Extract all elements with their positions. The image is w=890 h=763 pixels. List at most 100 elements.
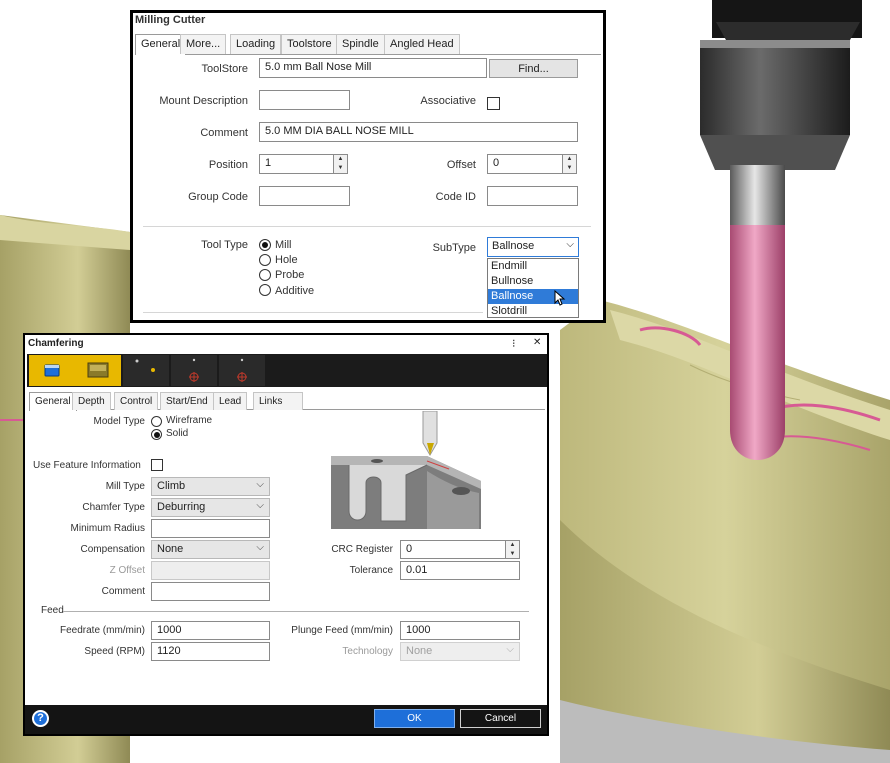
subtype-dropdown-list: Endmill Bullnose Ballnose Slotdrill bbox=[487, 258, 579, 318]
offset-stepper[interactable]: ▲ ▼ bbox=[563, 154, 577, 174]
chevron-down-icon: ⌵ bbox=[256, 500, 264, 511]
section-divider-lower bbox=[143, 312, 483, 313]
section-divider bbox=[143, 226, 591, 227]
find-button[interactable]: Find... bbox=[489, 59, 578, 78]
plunge-feed-field[interactable]: 1000 bbox=[400, 621, 520, 640]
mill-type-label: Mill Type bbox=[105, 481, 145, 492]
technology-value: None bbox=[406, 645, 433, 657]
tolerance-field[interactable]: 0.01 bbox=[400, 561, 520, 580]
compensation-select[interactable]: None ⌵ bbox=[151, 540, 270, 559]
tool-type-additive-label: Additive bbox=[275, 285, 315, 297]
tab-strip: General More... Loading Toolstore Spindl… bbox=[135, 34, 601, 55]
chamfer-type-label: Chamfer Type bbox=[82, 502, 145, 513]
cancel-button[interactable]: Cancel bbox=[460, 709, 541, 728]
offset-label: Offset bbox=[446, 159, 476, 171]
toolbar-points-page[interactable] bbox=[123, 355, 169, 386]
subtype-select[interactable]: Ballnose ⌵ bbox=[487, 237, 579, 257]
toolbar-general-page[interactable] bbox=[29, 355, 75, 386]
mount-description-label: Mount Description bbox=[159, 95, 248, 107]
tab-general[interactable]: General bbox=[135, 34, 187, 55]
technology-select: None ⌵ bbox=[400, 642, 520, 661]
toolstore-field[interactable]: 5.0 mm Ball Nose Mill bbox=[259, 58, 487, 78]
tool-type-probe-label: Probe bbox=[275, 269, 305, 281]
tab-control[interactable]: Control bbox=[114, 392, 159, 410]
tab-spindle[interactable]: Spindle bbox=[336, 34, 385, 54]
mill-type-select[interactable]: Climb ⌵ bbox=[151, 477, 270, 496]
tab-general[interactable]: General bbox=[29, 392, 77, 411]
tolerance-label: Tolerance bbox=[349, 565, 393, 576]
tab-strip: General Depth Control Start/End Lead Lin… bbox=[29, 392, 545, 411]
chamfer-preview-image bbox=[331, 411, 481, 529]
comment-field[interactable]: 5.0 MM DIA BALL NOSE MILL bbox=[259, 122, 578, 142]
minimum-radius-label: Minimum Radius bbox=[70, 523, 145, 534]
tab-toolstore[interactable]: Toolstore bbox=[281, 34, 338, 54]
minimum-radius-field[interactable] bbox=[151, 519, 270, 538]
mouse-cursor-icon bbox=[554, 290, 566, 306]
tab-angled-head[interactable]: Angled Head bbox=[384, 34, 460, 54]
toolbar-start-point-page[interactable] bbox=[171, 355, 217, 386]
subtype-option-slotdrill[interactable]: Slotdrill bbox=[488, 304, 578, 319]
mount-description-field[interactable] bbox=[259, 90, 350, 110]
speed-field[interactable]: 1120 bbox=[151, 642, 270, 661]
offset-field[interactable]: 0 bbox=[487, 154, 563, 174]
strategy-toolbar bbox=[27, 354, 547, 387]
model-type-solid-radio[interactable] bbox=[151, 429, 162, 440]
chevron-down-icon: ⌵ bbox=[256, 542, 264, 553]
use-feature-label: Use Feature Information bbox=[33, 460, 141, 471]
crosshair-icon bbox=[237, 358, 247, 382]
tab-lead[interactable]: Lead bbox=[213, 392, 248, 410]
help-button[interactable]: ? bbox=[32, 710, 49, 727]
subtype-option-bullnose[interactable]: Bullnose bbox=[488, 274, 578, 289]
group-code-field[interactable] bbox=[259, 186, 350, 206]
tool-type-additive-radio[interactable] bbox=[259, 284, 271, 296]
dialog-title: Chamfering bbox=[28, 338, 84, 349]
chamfering-dialog: Chamfering ⁝ ✕ General Depth Control Sta… bbox=[23, 333, 549, 736]
chamfer-type-select[interactable]: Deburring ⌵ bbox=[151, 498, 270, 517]
tool-type-mill-radio[interactable] bbox=[259, 239, 271, 251]
use-feature-checkbox[interactable] bbox=[151, 459, 163, 471]
tab-loading[interactable]: Loading bbox=[230, 34, 282, 54]
comment-field[interactable] bbox=[151, 582, 270, 601]
feedrate-field[interactable]: 1000 bbox=[151, 621, 270, 640]
crc-register-stepper[interactable]: ▲ ▼ bbox=[506, 540, 520, 559]
close-icon[interactable]: ✕ bbox=[533, 337, 541, 348]
subtype-selected-value: Ballnose bbox=[492, 240, 535, 252]
code-id-field[interactable] bbox=[487, 186, 578, 206]
subtype-option-endmill[interactable]: Endmill bbox=[488, 259, 578, 274]
position-stepper[interactable]: ▲ ▼ bbox=[334, 154, 348, 174]
tab-links[interactable]: Links bbox=[253, 392, 303, 410]
chevron-down-icon: ⌵ bbox=[256, 479, 264, 490]
page-icon bbox=[44, 364, 60, 377]
tool-type-hole-label: Hole bbox=[275, 254, 298, 266]
pin-icon[interactable]: ⁝ bbox=[512, 337, 516, 350]
help-icon: ? bbox=[37, 712, 44, 724]
z-offset-field bbox=[151, 561, 270, 580]
tool-type-hole-radio[interactable] bbox=[259, 254, 271, 266]
tool-type-probe-radio[interactable] bbox=[259, 269, 271, 281]
code-id-label: Code ID bbox=[435, 191, 476, 203]
tool-type-mill-label: Mill bbox=[275, 239, 292, 251]
crosshair-icon bbox=[189, 358, 199, 382]
comment-label: Comment bbox=[101, 586, 145, 597]
associative-label: Associative bbox=[420, 95, 476, 107]
crc-register-field[interactable]: 0 bbox=[400, 540, 506, 559]
position-label: Position bbox=[208, 159, 248, 171]
toolbar-tool-page[interactable] bbox=[75, 355, 121, 386]
tab-start-end[interactable]: Start/End bbox=[160, 392, 214, 410]
tool-icon bbox=[87, 362, 109, 378]
mill-type-value: Climb bbox=[157, 480, 186, 492]
associative-checkbox[interactable] bbox=[487, 97, 500, 110]
tab-more[interactable]: More... bbox=[180, 34, 227, 54]
chevron-down-icon: ⌵ bbox=[506, 644, 514, 655]
z-offset-label: Z Offset bbox=[109, 565, 145, 576]
tool-type-label: Tool Type bbox=[201, 239, 248, 251]
group-code-label: Group Code bbox=[188, 191, 248, 203]
feed-section-divider bbox=[63, 611, 529, 612]
model-type-wireframe-radio[interactable] bbox=[151, 416, 162, 427]
ok-button[interactable]: OK bbox=[374, 709, 455, 728]
tab-depth[interactable]: Depth bbox=[72, 392, 111, 410]
position-field[interactable]: 1 bbox=[259, 154, 334, 174]
chamfer-type-value: Deburring bbox=[157, 501, 206, 513]
feed-section-label: Feed bbox=[41, 605, 64, 616]
toolbar-end-point-page[interactable] bbox=[219, 355, 265, 386]
